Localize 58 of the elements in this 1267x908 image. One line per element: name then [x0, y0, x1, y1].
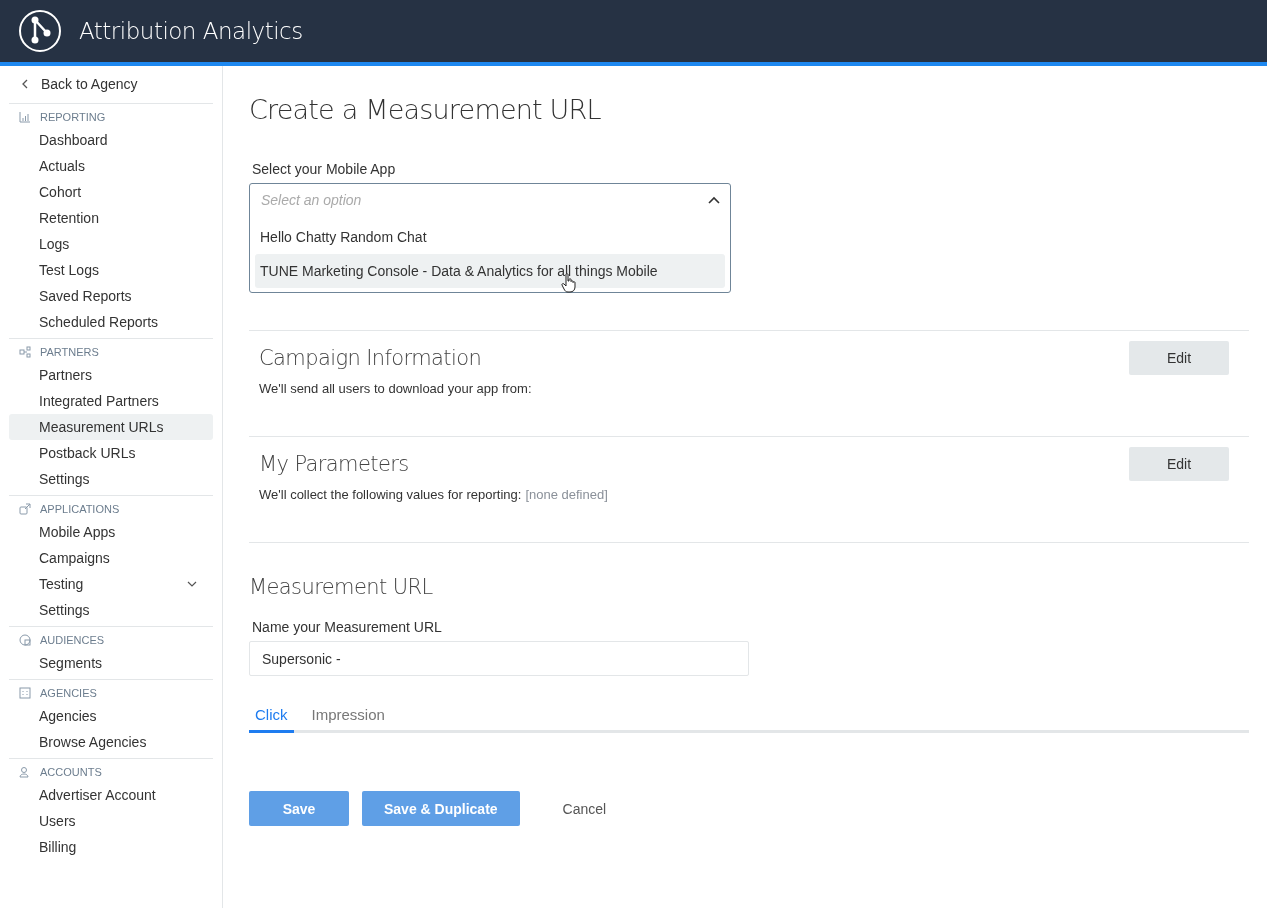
building-icon [19, 687, 31, 699]
nav-item[interactable]: Retention [9, 205, 213, 231]
section-heading: APPLICATIONS [40, 503, 120, 515]
tab[interactable]: Click [249, 698, 294, 733]
nav-item[interactable]: Advertiser Account [9, 782, 213, 808]
nav-item[interactable]: Segments [9, 650, 213, 676]
cancel-link[interactable]: Cancel [540, 791, 629, 826]
nav-item[interactable]: Logs [9, 231, 213, 257]
nav-item[interactable]: Browse Agencies [9, 729, 213, 755]
nav-item[interactable]: Scheduled Reports [9, 309, 213, 335]
nav-item[interactable]: Agencies [9, 703, 213, 729]
nav-item[interactable]: Integrated Partners [9, 388, 213, 414]
section-heading: ACCOUNTS [40, 766, 102, 778]
tab[interactable]: Impression [305, 698, 391, 733]
nav-item[interactable]: Test Logs [9, 257, 213, 283]
edit-button[interactable]: Edit [1129, 341, 1229, 375]
bar-chart-icon [19, 111, 31, 123]
dropdown-option[interactable]: TUNE Marketing Console - Data & Analytics for all things Mobile [255, 254, 725, 288]
section-title: Measurement URL [249, 575, 434, 599]
nav-item[interactable]: Saved Reports [9, 283, 213, 309]
nav-item[interactable]: Settings [9, 466, 213, 492]
parameters-note: [none defined] [525, 487, 608, 502]
section-heading: PARTNERS [40, 346, 99, 358]
section-title: Campaign Information [259, 346, 482, 370]
edit-button[interactable]: Edit [1129, 447, 1229, 481]
dropdown-placeholder: Select an option [261, 192, 362, 208]
field-label: Name your Measurement URL [252, 619, 443, 635]
name-input-field[interactable]: Supersonic - [249, 641, 749, 676]
section-heading: REPORTING [40, 111, 106, 123]
nav-item[interactable]: Users [9, 808, 213, 834]
app-title: Attribution Analytics [79, 18, 303, 44]
section-description: We'll collect the following values for reporting: [259, 487, 522, 502]
section-title: My Parameters [259, 452, 409, 476]
section-heading: AUDIENCES [40, 634, 105, 646]
nav-item[interactable]: Billing [9, 834, 213, 860]
network-icon [19, 346, 31, 358]
field-label: Select your Mobile App [252, 161, 397, 177]
app-dropdown[interactable]: Select an option Hello Chatty Random Chat TUNE Marketing Console - Data & Analytics for all things Mobile [249, 183, 731, 293]
nav-item[interactable]: Postback URLs [9, 440, 213, 466]
chevron-left-icon [21, 79, 29, 89]
logo-icon [18, 9, 62, 53]
nav-item[interactable]: Cohort [9, 179, 213, 205]
nav-item[interactable]: Testing [9, 571, 213, 597]
dropdown-option[interactable]: Hello Chatty Random Chat [255, 220, 725, 254]
section-heading: AGENCIES [40, 687, 97, 699]
users-icon [19, 766, 31, 778]
audience-icon [19, 634, 31, 646]
nav-item[interactable]: Actuals [9, 153, 213, 179]
nav-item[interactable]: Measurement URLs [9, 414, 213, 440]
nav-item[interactable]: Mobile Apps [9, 519, 213, 545]
nav-item[interactable]: Settings [9, 597, 213, 623]
nav-item[interactable]: Campaigns [9, 545, 213, 571]
nav-item[interactable]: Partners [9, 362, 213, 388]
page-title: Create a Measurement URL [249, 94, 602, 125]
section-description: We'll send all users to download your app from: [259, 381, 532, 396]
nav-item[interactable]: Dashboard [9, 127, 213, 153]
share-icon [19, 503, 31, 515]
back-link[interactable]: Back to Agency [9, 66, 213, 104]
